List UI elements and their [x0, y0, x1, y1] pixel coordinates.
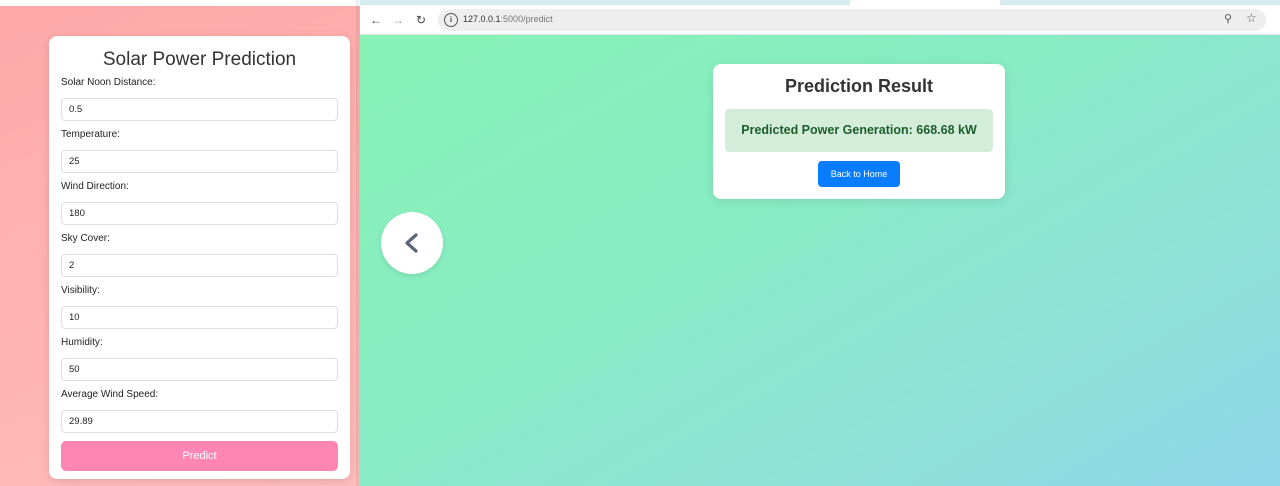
site-info-icon[interactable]: i — [444, 13, 458, 27]
arrow-left-icon[interactable]: ← — [368, 12, 384, 28]
average-wind-speed-input[interactable] — [61, 410, 338, 433]
predict-button[interactable]: Predict — [61, 441, 338, 471]
wind-direction-label: Wind Direction: — [61, 181, 129, 192]
humidity-label: Humidity: — [61, 337, 103, 348]
result-page: Prediction Result Predicted Power Genera… — [360, 35, 1280, 486]
form-page: Solar Power Prediction Solar Noon Distan… — [0, 0, 360, 486]
result-card: Prediction Result Predicted Power Genera… — [713, 64, 1005, 199]
arrow-right-icon[interactable]: → — [390, 12, 406, 28]
browser-toolbar: ← → ↻ i 127.0.0.1:5000/predict ⚲ ☆ — [360, 5, 1280, 35]
zoom-icon[interactable]: ⚲ — [1224, 12, 1232, 25]
solar-noon-distance-label: Solar Noon Distance: — [61, 77, 156, 88]
url-host: 127.0.0.1 — [463, 14, 501, 24]
url-path: :5000/predict — [500, 14, 553, 24]
sky-cover-label: Sky Cover: — [61, 233, 110, 244]
address-bar[interactable]: i 127.0.0.1:5000/predict ⚲ ☆ — [438, 9, 1266, 31]
result-title: Prediction Result — [784, 76, 934, 96]
top-strip — [0, 0, 360, 6]
sky-cover-input[interactable] — [61, 254, 338, 277]
solar-noon-distance-input[interactable] — [61, 98, 338, 121]
browser-window: ← → ↻ i 127.0.0.1:5000/predict ⚲ ☆ Predi… — [360, 0, 1280, 486]
star-icon[interactable]: ☆ — [1246, 11, 1257, 25]
chevron-left-icon — [405, 233, 418, 253]
average-wind-speed-label: Average Wind Speed: — [61, 389, 159, 400]
prediction-output: Predicted Power Generation: 668.68 kW — [725, 109, 993, 152]
wind-direction-input[interactable] — [61, 202, 338, 225]
reload-icon[interactable]: ↻ — [413, 12, 429, 28]
prediction-form-card: Solar Power Prediction Solar Noon Distan… — [49, 36, 350, 479]
visibility-label: Visibility: — [61, 285, 100, 296]
url-text[interactable]: 127.0.0.1:5000/predict — [463, 14, 553, 24]
form-title: Solar Power Prediction — [102, 49, 297, 70]
temperature-label: Temperature: — [61, 129, 120, 140]
humidity-input[interactable] — [61, 358, 338, 381]
back-to-home-button[interactable]: Back to Home — [818, 161, 900, 187]
carousel-back-button[interactable] — [381, 212, 443, 274]
temperature-input[interactable] — [61, 150, 338, 173]
visibility-input[interactable] — [61, 306, 338, 329]
